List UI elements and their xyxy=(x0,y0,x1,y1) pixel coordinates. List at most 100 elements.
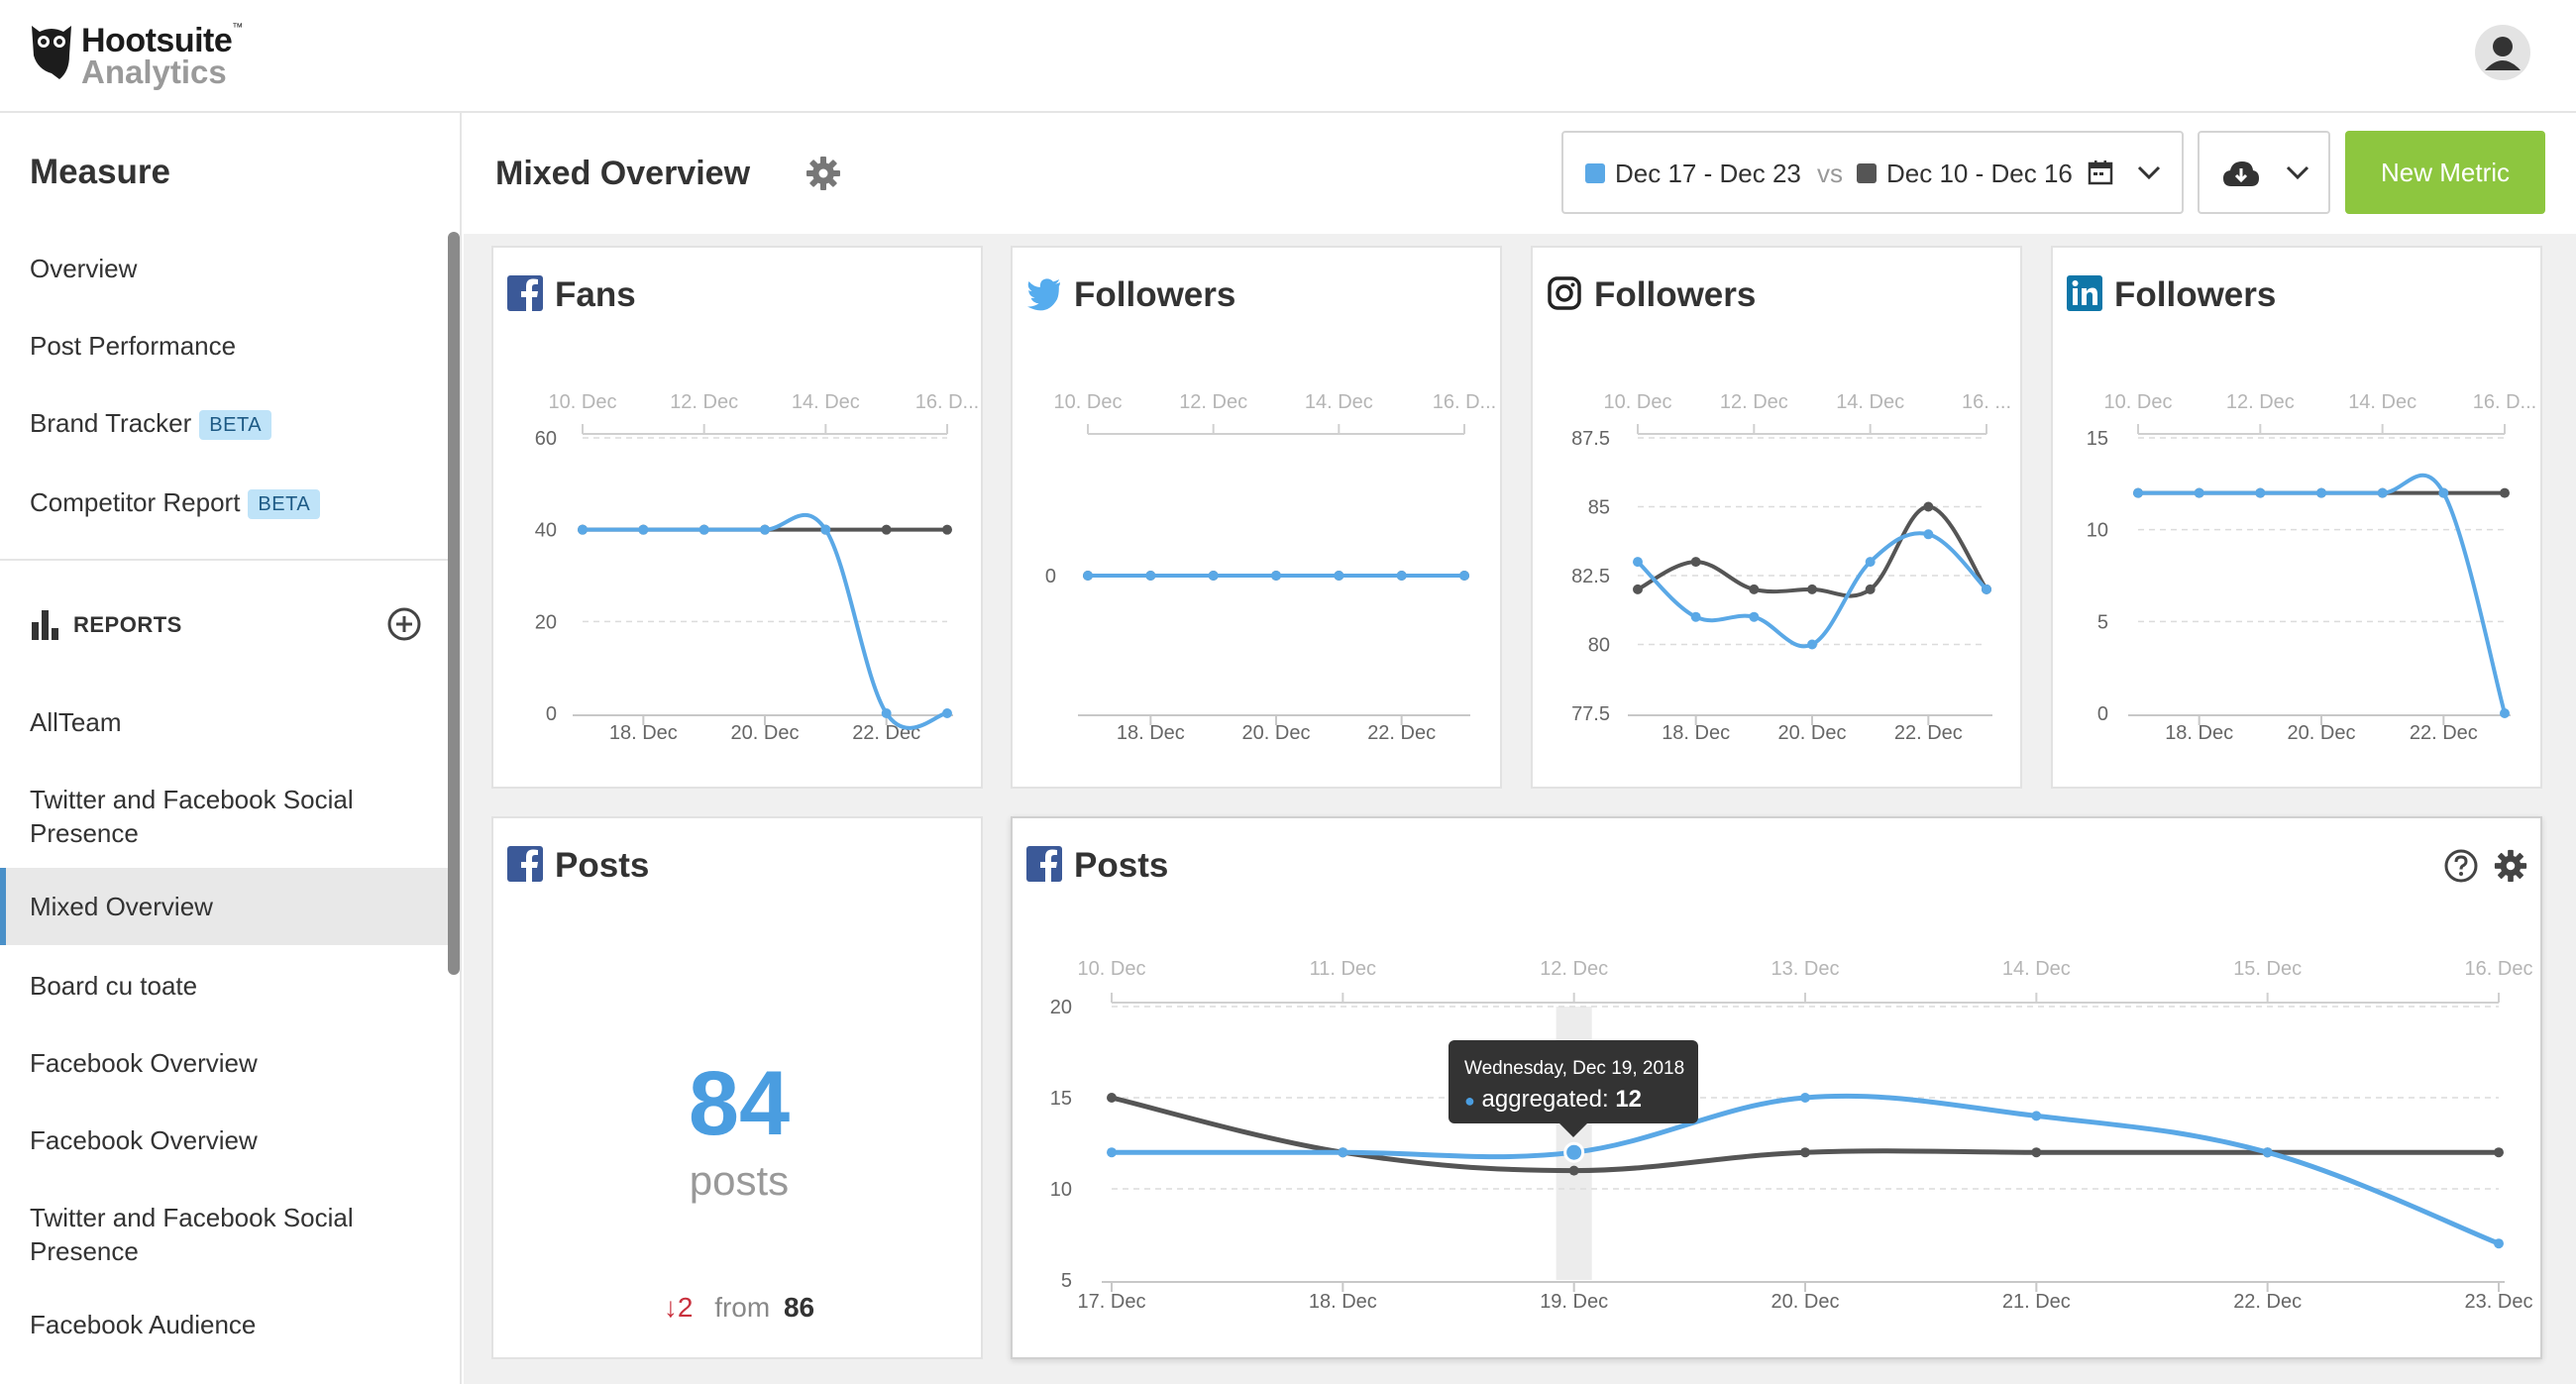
sidebar-item-label: AllTeam xyxy=(30,707,122,737)
sidebar-item-label: Facebook Overview xyxy=(30,1125,258,1155)
sidebar-item-label: Post Performance xyxy=(30,331,237,361)
current-data-point xyxy=(1208,571,1219,581)
sidebar-item-competitor-report[interactable]: Competitor Report BETA xyxy=(0,485,450,520)
facebook-fans-card[interactable]: Fans 0 20 40 60 10. Dec 12. Dec 14. Dec 16. D..… xyxy=(491,246,983,789)
top-axis-label: 12. Dec xyxy=(2226,391,2295,413)
current-data-point xyxy=(942,708,952,718)
download-button[interactable] xyxy=(2198,131,2330,214)
y-tick-label: 5 xyxy=(1061,1270,1072,1292)
current-data-point xyxy=(2316,487,2326,498)
calendar-icon xyxy=(2088,160,2113,185)
y-tick-label: 77.5 xyxy=(1571,703,1610,725)
current-data-point xyxy=(881,708,892,718)
sidebar-report-board-cu-toate[interactable]: Board cu toate xyxy=(0,969,450,1003)
top-axis-label: 16. D... xyxy=(1433,391,1496,413)
date-range-picker[interactable]: Dec 17 - Dec 23 vs Dec 10 - Dec 16 xyxy=(1561,131,2184,214)
top-bar: Hootsuite™ Analytics xyxy=(0,0,2576,113)
x-tick-label: 22. Dec xyxy=(1367,722,1436,744)
previous-data-point xyxy=(2031,1147,2042,1158)
sidebar-report-allteam[interactable]: AllTeam xyxy=(0,705,450,739)
previous-data-point xyxy=(1107,1093,1117,1103)
sidebar-report-facebook-overview-2[interactable]: Facebook Overview xyxy=(0,1123,450,1157)
tooltip-value: ● aggregated: 12 xyxy=(1464,1086,1643,1113)
x-tick-label: 20. Dec xyxy=(731,722,800,744)
x-tick-label: 22. Dec xyxy=(1894,722,1963,744)
previous-data-point xyxy=(1568,1165,1579,1176)
product-name: Analytics xyxy=(81,53,227,90)
y-tick-label: 20 xyxy=(535,611,557,633)
y-tick-label: 85 xyxy=(1588,497,1610,519)
reports-label: REPORTS xyxy=(73,612,182,637)
x-tick-label: 22. Dec xyxy=(2410,722,2478,744)
current-data-point xyxy=(1807,639,1817,650)
y-tick-label: 10 xyxy=(1050,1179,1072,1201)
sidebar-item-label: Overview xyxy=(30,254,138,283)
previous-value: 86 xyxy=(783,1292,815,1323)
current-data-point xyxy=(820,524,831,535)
bar-chart-icon xyxy=(32,610,58,640)
linkedin-followers-line-chart[interactable]: 0 5 10 15 10. Dec 12. Dec 14. Dec 16. D... 18. D… xyxy=(2053,248,2544,791)
fans-line-chart[interactable]: 0 20 40 60 10. Dec 12. Dec 14. Dec 16. D... 18. … xyxy=(493,248,985,791)
y-tick-label: 0 xyxy=(1045,566,1056,587)
linkedin-followers-card[interactable]: Followers 0 5 10 15 10. Dec 12. Dec 14. Dec 16.… xyxy=(2051,246,2542,789)
vs-label: vs xyxy=(1817,159,1843,188)
current-data-point xyxy=(2262,1147,2273,1158)
sidebar-report-twitter-facebook-2[interactable]: Twitter and Facebook Social Presence xyxy=(0,1201,416,1268)
beta-badge: BETA xyxy=(199,410,272,441)
arrow-down-icon: ↓ xyxy=(663,1292,678,1323)
posts-line-chart[interactable]: 5 10 15 20 10. Dec 11. Dec 12. Dec 13. Dec 14. D… xyxy=(1013,818,2544,1361)
sidebar-item-post-performance[interactable]: Post Performance xyxy=(0,329,450,363)
current-data-point xyxy=(1334,571,1344,581)
facebook-posts-total-card[interactable]: Posts 84 posts ↓2 from 86 xyxy=(491,816,983,1359)
sidebar-report-twitter-facebook[interactable]: Twitter and Facebook Social Presence xyxy=(0,783,416,850)
instagram-followers-card[interactable]: Followers 77.5 80 82.5 85 87.5 10. Dec 12. Dec… xyxy=(1531,246,2022,789)
sidebar-report-mixed-overview[interactable]: Mixed Overview xyxy=(0,868,450,945)
x-tick-label: 20. Dec xyxy=(1242,722,1311,744)
current-period-swatch xyxy=(1585,163,1605,183)
sidebar-report-facebook-audience[interactable]: Facebook Audience xyxy=(0,1308,450,1341)
x-tick-label: 20. Dec xyxy=(1771,1291,1840,1313)
top-axis-label: 11. Dec xyxy=(1310,958,1376,980)
top-axis-label: 16. Dec xyxy=(2465,958,2533,980)
facebook-posts-chart-card[interactable]: Posts 5 10 15 20 10. Dec 11. Dec 12. Dec 13. De… xyxy=(1011,816,2542,1359)
y-tick-label: 10 xyxy=(2087,520,2108,542)
current-data-point xyxy=(1396,571,1407,581)
x-tick-label: 20. Dec xyxy=(1778,722,1847,744)
tooltip-date: Wednesday, Dec 19, 2018 xyxy=(1464,1058,1685,1079)
top-axis-label: 10. Dec xyxy=(1054,391,1123,413)
current-data-point xyxy=(1749,611,1760,622)
hootsuite-logo[interactable]: Hootsuite™ Analytics xyxy=(30,22,268,91)
twitter-followers-line-chart[interactable]: 0 10. Dec 12. Dec 14. Dec 16. D... 18. Dec 20.… xyxy=(1013,248,1504,791)
sidebar-item-overview[interactable]: Overview xyxy=(0,252,450,285)
current-data-point xyxy=(1982,584,1991,594)
previous-data-point xyxy=(1923,501,1934,512)
avatar[interactable] xyxy=(2475,25,2530,80)
y-tick-label: 60 xyxy=(535,428,557,450)
previous-data-point xyxy=(1800,1147,1810,1158)
x-tick-label: 18. Dec xyxy=(609,722,678,744)
previous-data-point xyxy=(1633,584,1643,594)
twitter-followers-card[interactable]: Followers 0 10. Dec 12. Dec 14. Dec 16. D...… xyxy=(1011,246,1502,789)
new-metric-button[interactable]: New Metric xyxy=(2345,131,2545,214)
top-axis-label: 10. Dec xyxy=(549,391,617,413)
cloud-download-icon xyxy=(2223,161,2259,186)
previous-range: Dec 10 - Dec 16 xyxy=(1886,159,2073,188)
sidebar-report-facebook-overview[interactable]: Facebook Overview xyxy=(0,1046,450,1080)
sidebar-item-label: Competitor Report xyxy=(30,487,241,517)
top-axis-label: 16. ... xyxy=(1962,391,2011,413)
facebook-icon xyxy=(507,846,543,882)
sidebar-scrollbar[interactable] xyxy=(448,232,460,975)
previous-data-point xyxy=(2494,1147,2504,1158)
report-settings-gear-icon[interactable] xyxy=(805,155,842,192)
current-data-point xyxy=(1083,571,1093,581)
instagram-followers-line-chart[interactable]: 77.5 80 82.5 85 87.5 10. Dec 12. Dec 14. Dec 16.… xyxy=(1533,248,2024,791)
sidebar-item-brand-tracker[interactable]: Brand Tracker BETA xyxy=(0,406,450,441)
current-data-point xyxy=(1633,557,1643,568)
y-tick-label: 20 xyxy=(1050,997,1072,1018)
sidebar-title: Measure xyxy=(30,153,171,191)
add-report-icon[interactable] xyxy=(386,606,422,642)
sidebar: Measure Overview Post Performance Brand … xyxy=(0,113,462,1384)
top-axis-label: 12. Dec xyxy=(1540,958,1608,980)
previous-period-swatch xyxy=(1857,163,1877,183)
current-data-point xyxy=(2438,487,2449,498)
